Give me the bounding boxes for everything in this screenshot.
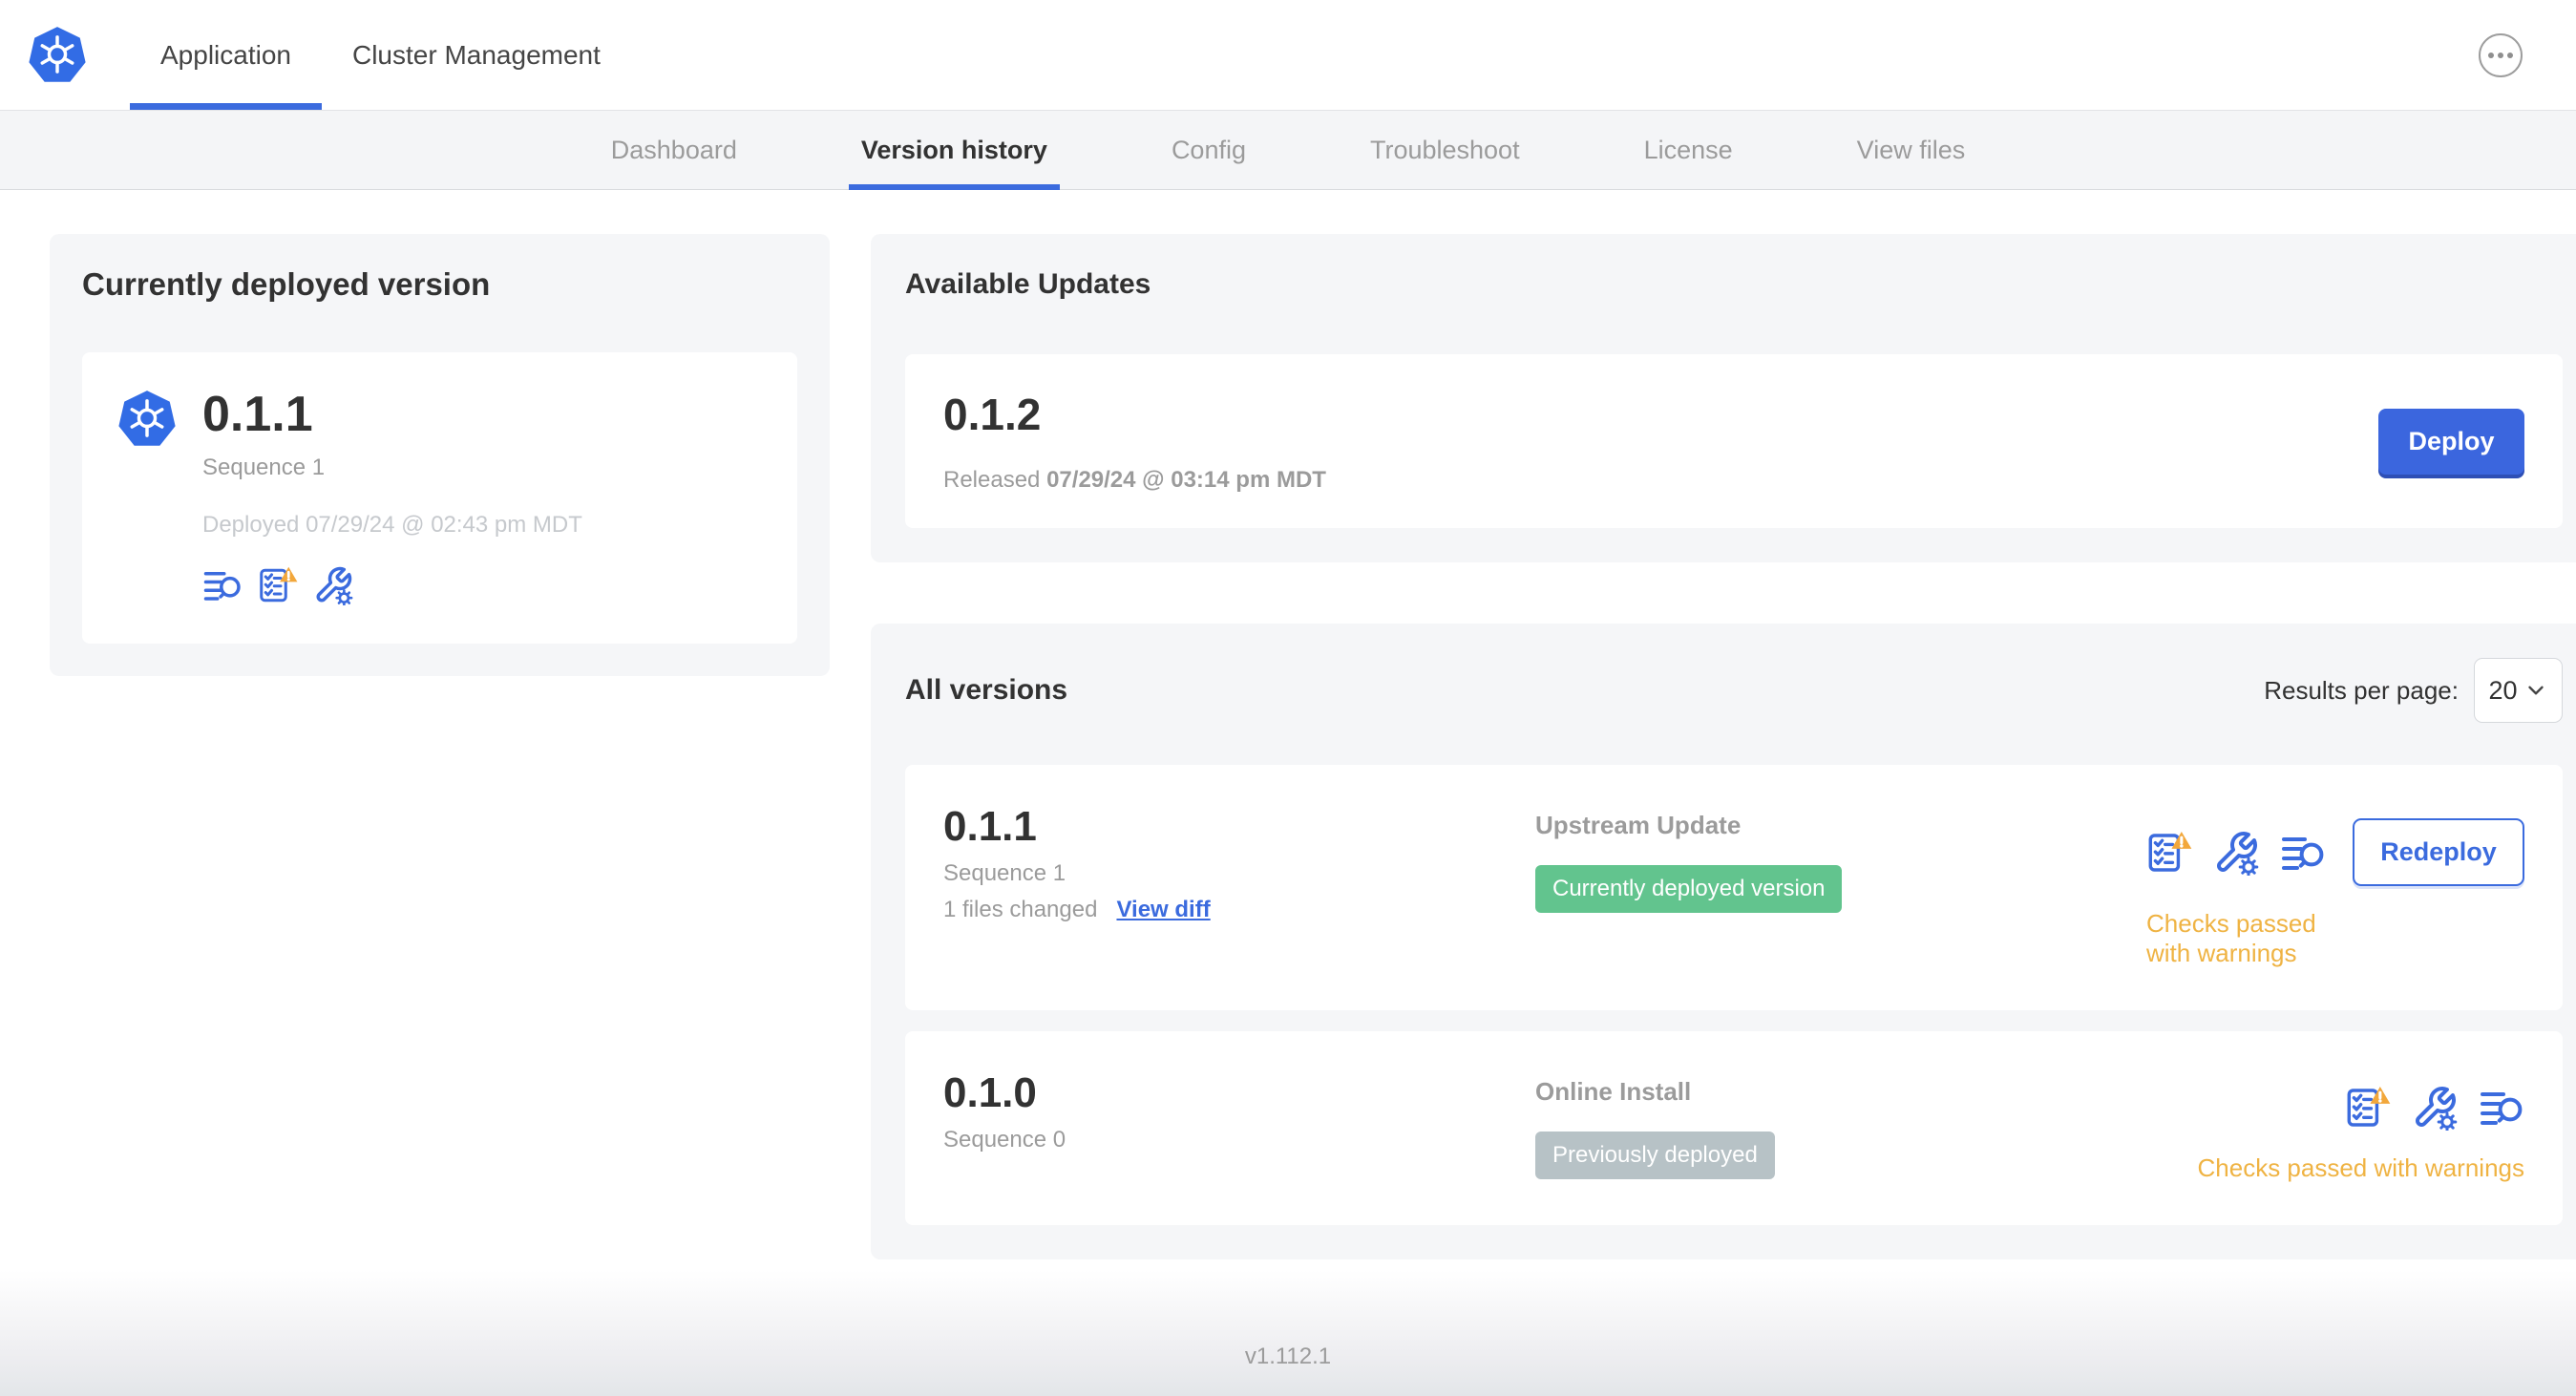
redeploy-button[interactable]: Redeploy bbox=[2353, 818, 2524, 886]
kubernetes-logo bbox=[27, 0, 88, 110]
console-version: v1.112.1 bbox=[1244, 1343, 1332, 1369]
wrench-gear-icon[interactable] bbox=[2213, 830, 2259, 876]
primary-tabs: Application Cluster Management bbox=[130, 0, 631, 110]
all-versions-panel: All versions Results per page: 20 0.1.1 … bbox=[871, 624, 2576, 1259]
logs-search-icon[interactable] bbox=[2280, 830, 2326, 876]
released-date: 07/29/24 @ 03:14 pm MDT bbox=[1046, 467, 1326, 493]
files-changed-label: 1 files changed bbox=[943, 897, 1098, 923]
kubernetes-app-icon bbox=[116, 389, 178, 605]
deploy-button[interactable]: Deploy bbox=[2378, 408, 2524, 475]
available-updates-panel: Available Updates 0.1.2 Released 07/29/2… bbox=[871, 234, 2576, 562]
results-per-page-value: 20 bbox=[2488, 675, 2518, 705]
tab-version-history[interactable]: Version history bbox=[799, 111, 1109, 190]
checks-status-text: Checks passed with warnings bbox=[2146, 909, 2316, 967]
main-content: Currently deployed version 0.1.1 Sequenc… bbox=[0, 190, 2576, 1270]
currently-deployed-card: 0.1.1 Sequence 1 Deployed 07/29/24 @ 02:… bbox=[82, 352, 797, 644]
more-menu-button[interactable] bbox=[2479, 32, 2523, 77]
tab-troubleshoot[interactable]: Troubleshoot bbox=[1308, 111, 1582, 189]
app-subnav: Dashboard Version history Config Trouble… bbox=[0, 110, 2576, 190]
available-updates-title: Available Updates bbox=[905, 268, 1151, 300]
preflight-checklist-icon[interactable] bbox=[2146, 830, 2192, 876]
row-version-number: 0.1.0 bbox=[943, 1069, 1037, 1116]
row-version-number: 0.1.1 bbox=[943, 803, 1037, 850]
wrench-gear-icon[interactable] bbox=[2412, 1085, 2458, 1131]
row-source-label: Upstream Update bbox=[1535, 811, 1742, 839]
currently-deployed-panel: Currently deployed version 0.1.1 Sequenc… bbox=[50, 234, 830, 676]
tab-application[interactable]: Application bbox=[130, 0, 322, 110]
all-versions-title: All versions bbox=[905, 674, 1068, 706]
chevron-down-icon bbox=[2527, 686, 2544, 695]
update-version-number: 0.1.2 bbox=[943, 390, 1042, 439]
row-sequence: Sequence 1 bbox=[943, 860, 1066, 887]
results-per-page-select[interactable]: 20 bbox=[2474, 658, 2563, 723]
tab-config[interactable]: Config bbox=[1109, 111, 1308, 189]
version-row-0-1-1: 0.1.1 Sequence 1 1 files changed View di… bbox=[905, 765, 2563, 1010]
wrench-gear-icon[interactable] bbox=[313, 565, 353, 605]
preflight-checklist-icon[interactable] bbox=[2345, 1085, 2391, 1131]
app-footer: v1.112.1 bbox=[0, 1270, 2576, 1396]
view-diff-link[interactable]: View diff bbox=[1116, 897, 1210, 923]
tab-cluster-management[interactable]: Cluster Management bbox=[322, 0, 631, 110]
preflight-checklist-icon[interactable] bbox=[258, 565, 298, 605]
row-source-label: Online Install bbox=[1535, 1077, 1692, 1106]
update-released-date: Released 07/29/24 @ 03:14 pm MDT bbox=[943, 467, 1326, 494]
version-row-0-1-0: 0.1.0 Sequence 0 Online Install Previous… bbox=[905, 1031, 2563, 1225]
tab-dashboard[interactable]: Dashboard bbox=[549, 111, 799, 189]
row-sequence: Sequence 0 bbox=[943, 1127, 1066, 1153]
logs-search-icon[interactable] bbox=[202, 565, 243, 605]
currently-deployed-badge: Currently deployed version bbox=[1535, 865, 1843, 913]
currently-deployed-title: Currently deployed version bbox=[82, 266, 491, 302]
top-bar: Application Cluster Management bbox=[0, 0, 2576, 110]
current-version-sequence: Sequence 1 bbox=[202, 454, 326, 480]
logs-search-icon[interactable] bbox=[2479, 1085, 2524, 1131]
current-version-number: 0.1.1 bbox=[202, 387, 313, 442]
current-version-deployed-date: Deployed 07/29/24 @ 02:43 pm MDT bbox=[202, 511, 582, 538]
previously-deployed-badge: Previously deployed bbox=[1535, 1132, 1775, 1179]
tab-license[interactable]: License bbox=[1582, 111, 1795, 189]
results-per-page-label: Results per page: bbox=[2264, 675, 2459, 705]
checks-status-text: Checks passed with warnings bbox=[2197, 1153, 2525, 1182]
available-update-card: 0.1.2 Released 07/29/24 @ 03:14 pm MDT D… bbox=[905, 354, 2563, 528]
tab-view-files[interactable]: View files bbox=[1795, 111, 2028, 189]
released-prefix: Released bbox=[943, 467, 1041, 493]
